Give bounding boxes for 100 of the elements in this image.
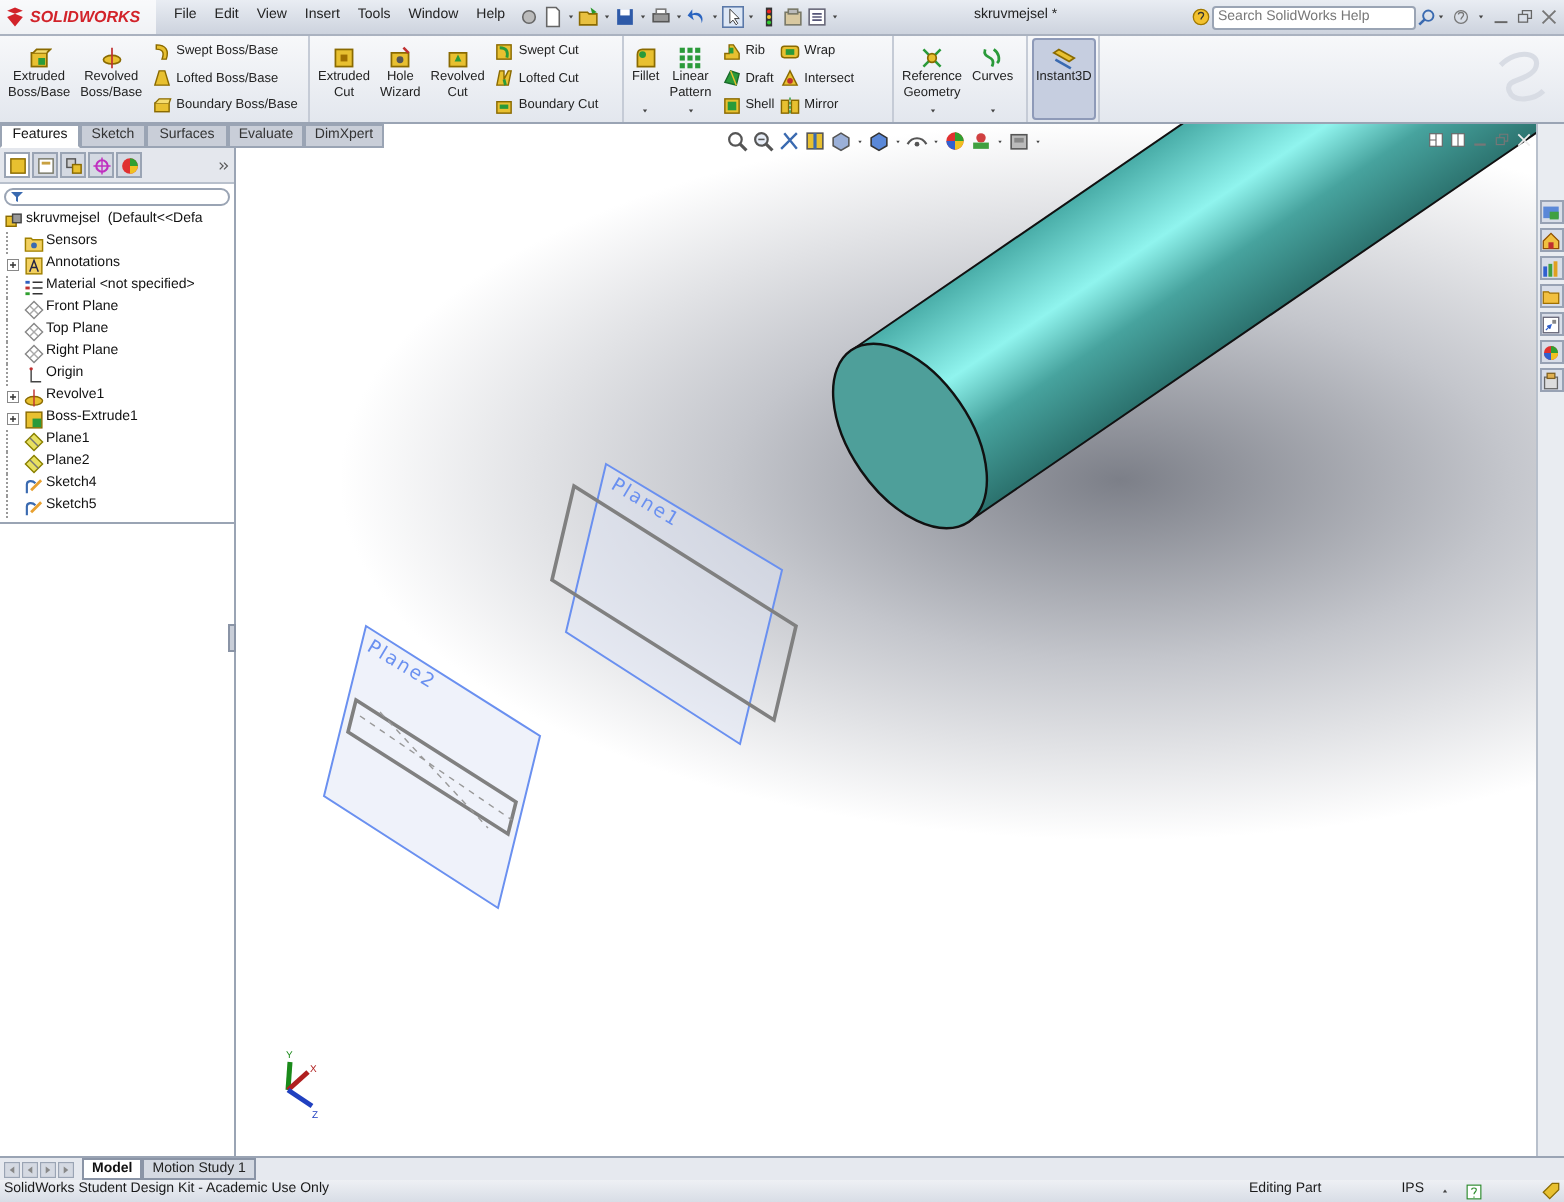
first-page-icon[interactable] (4, 1161, 20, 1177)
caret-icon[interactable] (996, 137, 1004, 145)
caret-icon[interactable] (1476, 12, 1486, 22)
material-icon (24, 277, 44, 297)
draft-icon (721, 68, 742, 89)
curve-icon (980, 46, 1005, 70)
undo-icon[interactable] (685, 6, 708, 28)
appearance-icon[interactable] (944, 130, 966, 152)
next-page-icon[interactable] (40, 1161, 56, 1177)
caret-icon[interactable] (745, 12, 756, 22)
fillet-icon (633, 46, 658, 70)
plane-icon (24, 299, 44, 319)
plane-icon (24, 321, 44, 341)
help-bubble-icon (1192, 8, 1210, 26)
appearance-icon[interactable] (1542, 343, 1560, 361)
feature-manager-icon[interactable] (7, 155, 27, 175)
extrude-block-icon (24, 409, 44, 429)
caret-icon[interactable] (673, 12, 684, 22)
restore-icon[interactable] (1516, 8, 1534, 26)
shell-icon (721, 96, 742, 117)
view-palette-icon[interactable] (1542, 315, 1560, 333)
filter-field[interactable] (4, 188, 230, 206)
origin-icon (24, 365, 44, 385)
last-page-icon[interactable] (58, 1161, 74, 1177)
caret-icon[interactable] (1034, 137, 1042, 145)
instant3d-icon (1051, 46, 1076, 70)
caret-icon[interactable] (829, 12, 840, 22)
folder-icon[interactable] (1542, 287, 1560, 305)
help-icon[interactable] (1466, 1183, 1482, 1199)
scene-icon[interactable] (970, 130, 992, 152)
caret-icon[interactable] (1436, 12, 1446, 22)
sketch-icon (24, 475, 44, 495)
list-icon[interactable] (805, 6, 828, 28)
property-manager-icon[interactable] (35, 155, 55, 175)
reference-plane-icon (24, 431, 44, 451)
revolve-icon (24, 387, 44, 407)
annotation-icon (24, 255, 44, 275)
caret-icon[interactable] (1440, 1186, 1450, 1196)
caret-icon[interactable] (565, 12, 576, 22)
help-icon[interactable] (1452, 8, 1470, 26)
home-icon[interactable] (1542, 231, 1560, 249)
section-view-icon[interactable] (804, 130, 826, 152)
sketch-icon (24, 497, 44, 517)
splitter-handle[interactable] (228, 624, 236, 652)
plane-icon (24, 343, 44, 363)
new-document-icon[interactable] (541, 6, 564, 28)
logo-text: SOLIDWORKS (30, 5, 141, 29)
save-icon[interactable] (613, 6, 636, 28)
wrap-icon (780, 41, 801, 62)
custom-properties-icon[interactable] (1542, 371, 1560, 389)
mirror-icon (780, 96, 801, 117)
caret-icon[interactable] (894, 137, 902, 145)
expand-plus-icon[interactable] (6, 258, 20, 272)
expand-plus-icon[interactable] (6, 412, 20, 426)
boundary-icon (152, 96, 173, 117)
extrude-cut-icon (332, 46, 357, 70)
caret-icon[interactable] (637, 12, 648, 22)
sweep-icon (152, 41, 173, 62)
filter-icon (10, 190, 24, 204)
expand-plus-icon[interactable] (6, 390, 20, 404)
split-view-icon[interactable] (1428, 132, 1444, 148)
loft-icon (152, 68, 173, 89)
appearance-icon[interactable] (119, 155, 139, 175)
chevron-right-icon[interactable] (218, 159, 230, 171)
search-icon[interactable] (1418, 8, 1436, 26)
caret-icon[interactable] (601, 12, 612, 22)
revolve-cut-icon (445, 46, 470, 70)
hole-wizard-icon (388, 46, 413, 70)
view-orientation-icon[interactable] (830, 130, 852, 152)
zoom-area-icon[interactable] (752, 130, 774, 152)
caret-icon[interactable] (932, 137, 940, 145)
loft-cut-icon (494, 68, 515, 89)
revolve-icon (99, 46, 124, 70)
boundary-cut-icon (494, 96, 515, 117)
rib-icon (721, 41, 742, 62)
sweep-cut-icon (494, 41, 515, 62)
split-view-icon[interactable] (1450, 132, 1466, 148)
extrude-block-icon (27, 46, 52, 70)
zoom-to-fit-icon[interactable] (726, 130, 748, 152)
options-icon[interactable] (781, 6, 804, 28)
reference-plane-icon (24, 453, 44, 473)
printer-icon[interactable] (649, 6, 672, 28)
select-pointer-icon[interactable] (721, 6, 744, 28)
crosshair-icon[interactable] (91, 155, 111, 175)
reference-geometry-icon (920, 46, 944, 70)
view-settings-icon[interactable] (1008, 130, 1030, 152)
resources-icon[interactable] (1542, 203, 1560, 221)
previous-view-icon[interactable] (778, 130, 800, 152)
caret-icon[interactable] (709, 12, 720, 22)
sensor-folder-icon (24, 233, 44, 253)
display-style-icon[interactable] (868, 130, 890, 152)
intersect-icon (780, 68, 801, 89)
library-icon[interactable] (1542, 259, 1560, 277)
caret-icon[interactable] (856, 137, 864, 145)
axis-triad-icon (285, 1061, 314, 1109)
previous-page-icon[interactable] (22, 1161, 38, 1177)
configuration-icon[interactable] (63, 155, 83, 175)
open-folder-icon[interactable] (577, 6, 600, 28)
part-icon (4, 211, 24, 231)
logo-icon (4, 6, 26, 28)
